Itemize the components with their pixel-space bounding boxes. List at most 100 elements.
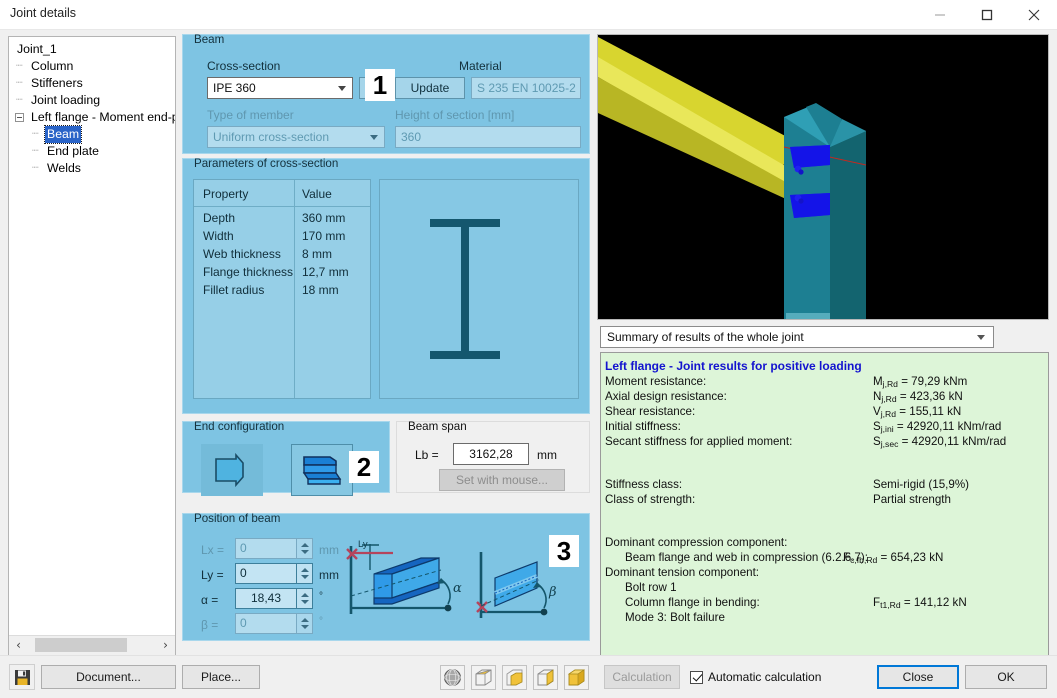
joint-details-window: Joint details Joint_1 ┈ Column ┈ Stiffen… xyxy=(0,0,1057,698)
table-row[interactable]: Fillet radius 18 mm xyxy=(194,281,370,299)
height-of-section-label: Height of section [mm] xyxy=(395,108,515,122)
result-row: Moment resistance: Mj,Rd = 79,29 kNm xyxy=(605,375,968,389)
position-of-beam-group: Position of beam Lx = 0 mm Ly = 0 mm α =… xyxy=(182,512,590,641)
hidden-line-cube-icon[interactable] xyxy=(533,665,558,690)
scroll-left-icon[interactable]: ‹ xyxy=(10,636,27,654)
update-button[interactable]: Update xyxy=(395,77,465,99)
parameters-group: Parameters of cross-section Property Val… xyxy=(182,157,590,414)
tree-item-joint-loading[interactable]: ┈ Joint loading xyxy=(15,92,173,109)
ly-input[interactable]: 0 xyxy=(235,563,297,584)
tree-item-stiffeners[interactable]: ┈ Stiffeners xyxy=(15,75,173,92)
tree-horizontal-scrollbar[interactable]: ‹ › xyxy=(9,635,175,655)
type-of-member-label: Type of member xyxy=(207,108,294,122)
compression-heading: Dominant compression component: xyxy=(605,536,788,549)
joint-tree: Joint_1 ┈ Column ┈ Stiffeners ┈ Joint lo… xyxy=(9,37,175,635)
tree-guide: ┈ xyxy=(16,60,23,72)
end-config-bevel-button[interactable] xyxy=(291,444,353,496)
alpha-unit: ° xyxy=(319,591,323,602)
result-row: Beam flange and web in compression (6.2.… xyxy=(625,551,944,565)
scrollbar-thumb[interactable] xyxy=(35,638,127,652)
checkbox-icon[interactable] xyxy=(690,670,703,684)
svg-text:α: α xyxy=(453,581,462,596)
tree-item-end-plate[interactable]: ┈ End plate xyxy=(15,143,173,160)
tree-guide: ┈ xyxy=(32,128,39,140)
lb-label: Lb = xyxy=(415,448,439,462)
svg-text:β: β xyxy=(548,585,557,600)
material-label: Material xyxy=(459,59,502,73)
lx-stepper xyxy=(297,538,313,559)
chevron-down-icon xyxy=(370,135,378,140)
tree-item-joint-1[interactable]: Joint_1 xyxy=(15,41,173,58)
minimize-icon[interactable] xyxy=(916,0,963,29)
table-header-row: Property Value xyxy=(203,187,332,201)
alpha-stepper[interactable] xyxy=(297,588,313,609)
solid-cube-icon[interactable] xyxy=(502,665,527,690)
tree-guide: ┈ xyxy=(16,77,23,89)
parameters-table: Property Value Depth 360 mm Width 170 mm… xyxy=(193,179,371,399)
result-value: Ft1,Rd = 141,12 kN xyxy=(873,596,967,610)
beam-span-input[interactable]: 3162,28 xyxy=(453,443,529,465)
maximize-icon[interactable] xyxy=(963,0,1010,29)
render-sphere-icon[interactable] xyxy=(440,665,465,690)
result-row: Mode 3: Bolt failure xyxy=(625,611,725,624)
callout-badge-3: 3 xyxy=(549,535,579,567)
lx-label: Lx = xyxy=(201,543,225,557)
tree-item-column[interactable]: ┈ Column xyxy=(15,58,173,75)
close-button[interactable]: Close xyxy=(877,665,959,689)
result-value: Nj,Rd = 423,36 kN xyxy=(873,390,963,404)
cross-section-select[interactable]: IPE 360 xyxy=(207,77,353,99)
height-of-section-field: 360 xyxy=(395,126,581,148)
set-with-mouse-button: Set with mouse... xyxy=(439,469,565,491)
results-summary-select[interactable]: Summary of results of the whole joint xyxy=(600,326,994,348)
table-row[interactable]: Web thickness 8 mm xyxy=(194,245,370,263)
table-row[interactable]: Width 170 mm xyxy=(194,227,370,245)
result-value: Mj,Rd = 79,29 kNm xyxy=(873,375,968,389)
callout-badge-1: 1 xyxy=(365,69,395,101)
shaded-cube-icon[interactable] xyxy=(564,665,589,690)
3d-joint-viewport[interactable] xyxy=(597,34,1049,320)
ly-stepper[interactable] xyxy=(297,563,313,584)
i-beam-section-preview xyxy=(379,179,579,399)
alpha-input[interactable]: 18,43 xyxy=(235,588,297,609)
type-of-member-select: Uniform cross-section xyxy=(207,126,385,148)
save-icon[interactable] xyxy=(9,664,35,690)
table-header-divider xyxy=(194,206,370,207)
tree-item-beam[interactable]: ┈ Beam xyxy=(15,125,173,144)
table-row[interactable]: Depth 360 mm xyxy=(194,209,370,227)
close-icon[interactable] xyxy=(1010,0,1057,29)
alpha-label: α = xyxy=(201,593,219,607)
result-row: Axial design resistance: Nj,Rd = 423,36 … xyxy=(605,390,963,404)
results-text-panel[interactable]: Left flange - Joint results for positive… xyxy=(600,352,1049,656)
wireframe-cube-icon[interactable] xyxy=(471,665,496,690)
ly-label: Ly = xyxy=(201,568,224,582)
ok-button[interactable]: OK xyxy=(965,665,1047,689)
window-controls xyxy=(916,0,1057,29)
document-button[interactable]: Document... xyxy=(41,665,176,689)
result-row: Shear resistance: Vj,Rd = 155,11 kN xyxy=(605,405,962,419)
table-row[interactable]: Flange thickness 12,7 mm xyxy=(194,263,370,281)
scroll-right-icon[interactable]: › xyxy=(157,636,174,654)
svg-text:Ly: Ly xyxy=(358,539,368,550)
tree-item-left-flange[interactable]: Left flange - Moment end-pl xyxy=(15,109,175,126)
beta-stepper xyxy=(297,613,313,634)
automatic-calculation-checkbox[interactable]: Automatic calculation xyxy=(690,670,821,684)
tree-item-welds[interactable]: ┈ Welds xyxy=(15,160,173,177)
calculation-button: Calculation xyxy=(604,665,680,689)
lx-input: 0 xyxy=(235,538,297,559)
tree-guide: ┈ xyxy=(32,162,39,174)
result-value: Vj,Rd = 155,11 kN xyxy=(873,405,962,419)
beam-span-legend: Beam span xyxy=(408,420,467,433)
end-config-square-button[interactable] xyxy=(201,444,263,496)
tree-guide: ┈ xyxy=(16,94,23,106)
place-button[interactable]: Place... xyxy=(182,665,260,689)
lb-unit: mm xyxy=(537,448,557,462)
bottom-toolbar: Document... Place... Calculation Automat… xyxy=(0,655,1057,698)
result-row: Secant stiffness for applied moment: Sj,… xyxy=(605,435,1007,449)
result-row: Class of strength: Partial strength xyxy=(605,493,951,506)
result-row: Stiffness class: Semi-rigid (15,9%) xyxy=(605,478,969,491)
material-field: S 235 EN 10025-2 xyxy=(471,77,581,99)
tree-expander-icon[interactable] xyxy=(15,113,24,122)
